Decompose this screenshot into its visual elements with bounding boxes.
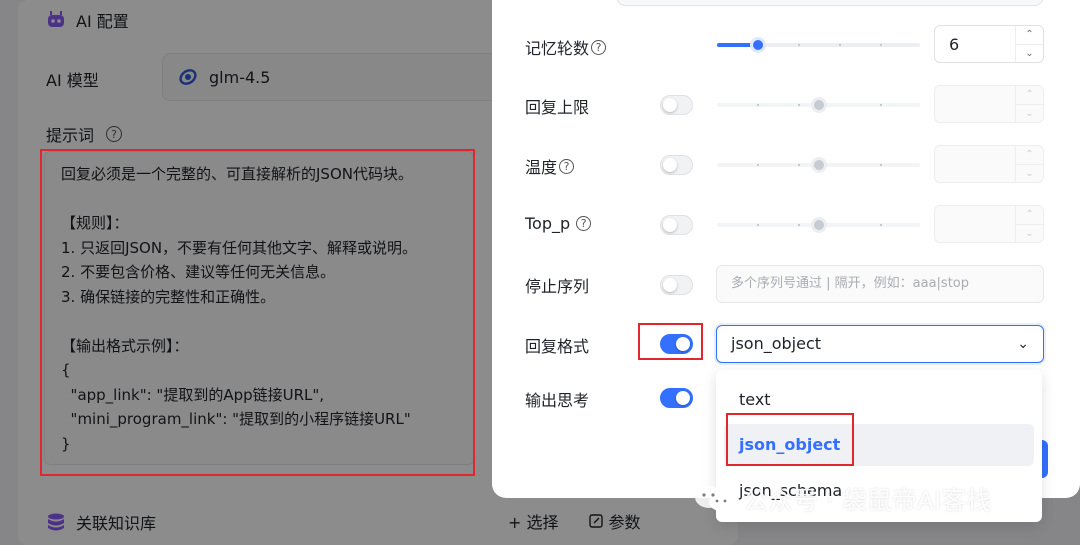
chevron-down-icon: ⌄ bbox=[1017, 336, 1029, 352]
temperature-slider bbox=[717, 155, 920, 175]
temperature-label-row: 温度 ? bbox=[525, 154, 575, 178]
slider-thumb bbox=[811, 217, 827, 233]
stepper-down-icon: ⌄ bbox=[1025, 107, 1034, 119]
help-icon[interactable]: ? bbox=[559, 158, 575, 174]
slider-dot bbox=[880, 44, 882, 46]
memory-rounds-stepper[interactable]: 6 ⌃ ⌄ bbox=[934, 25, 1044, 63]
slider-dot bbox=[880, 164, 882, 166]
reply-limit-label: 回复上限 bbox=[525, 98, 590, 117]
stepper-down-icon: ⌄ bbox=[1025, 167, 1034, 179]
stepper-arrows: ⌃ ⌄ bbox=[1015, 26, 1043, 62]
top-p-toggle[interactable] bbox=[660, 215, 693, 235]
stepper-up-icon: ⌃ bbox=[1016, 146, 1043, 165]
top-p-stepper: ⌃ ⌄ bbox=[934, 205, 1044, 243]
reply-limit-slider bbox=[717, 95, 920, 115]
slider-dot bbox=[798, 224, 800, 226]
watermark-text: 公众号 · 袋鼠帝AI客栈 bbox=[743, 486, 992, 515]
top-p-slider bbox=[717, 215, 920, 235]
reply-format-select[interactable]: json_object ⌄ bbox=[716, 325, 1044, 363]
stop-sequence-label: 停止序列 bbox=[525, 277, 590, 296]
stepper-down-icon[interactable]: ⌄ bbox=[1016, 45, 1043, 63]
stepper-up-icon[interactable]: ⌃ bbox=[1016, 26, 1043, 45]
memory-rounds-value: 6 bbox=[949, 35, 960, 54]
slider-dot bbox=[757, 224, 759, 226]
slider-dot bbox=[798, 44, 800, 46]
top-p-label: Top_p bbox=[525, 214, 571, 233]
slider-dot bbox=[798, 104, 800, 106]
reply-format-label: 回复格式 bbox=[525, 337, 590, 356]
temperature-toggle[interactable] bbox=[660, 155, 693, 175]
temperature-stepper: ⌃ ⌄ bbox=[934, 145, 1044, 183]
ai-settings-modal: 记忆轮数 ? 6 ⌃ ⌄ 回复上限 ⌃ ⌄ 温度 ? ⌃ ⌄ Top_p ? ⌃… bbox=[492, 0, 1080, 522]
top-p-label-row: Top_p ? bbox=[525, 214, 592, 233]
option-json-object[interactable]: json_object bbox=[724, 424, 1034, 466]
memory-rounds-slider[interactable] bbox=[717, 35, 920, 55]
slider-dot bbox=[798, 164, 800, 166]
slider-dot bbox=[757, 164, 759, 166]
option-text[interactable]: text bbox=[724, 379, 1034, 421]
stepper-down-icon: ⌄ bbox=[1025, 227, 1034, 239]
slider-dot bbox=[880, 104, 882, 106]
reply-format-selected: json_object bbox=[731, 334, 822, 353]
help-icon[interactable]: ? bbox=[576, 216, 592, 231]
top-input-field[interactable] bbox=[616, 0, 1044, 6]
slider-dot bbox=[839, 44, 841, 46]
memory-rounds-label: 记忆轮数 bbox=[525, 39, 590, 58]
stepper-arrows: ⌃ ⌄ bbox=[1015, 206, 1043, 242]
slider-thumb[interactable] bbox=[750, 37, 766, 53]
reply-limit-stepper: ⌃ ⌄ bbox=[934, 85, 1044, 123]
stepper-up-icon: ⌃ bbox=[1016, 206, 1043, 225]
stepper-arrows: ⌃ ⌄ bbox=[1015, 86, 1043, 122]
stepper-up-icon: ⌃ bbox=[1016, 86, 1043, 105]
watermark: 公众号 · 袋鼠帝AI客栈 bbox=[693, 481, 991, 517]
wechat-icon bbox=[695, 486, 733, 511]
slider-dot bbox=[880, 224, 882, 226]
temperature-label: 温度 bbox=[525, 158, 558, 177]
reply-limit-toggle[interactable] bbox=[660, 95, 693, 115]
slider-thumb bbox=[811, 157, 827, 173]
memory-rounds-label-row: 记忆轮数 ? bbox=[525, 35, 607, 59]
stop-sequence-input[interactable]: 多个序列号通过 | 隔开，例如：aaa|stop bbox=[716, 265, 1044, 303]
help-icon[interactable]: ? bbox=[591, 39, 607, 55]
stop-sequence-toggle[interactable] bbox=[660, 275, 693, 295]
slider-dot bbox=[757, 104, 759, 106]
stepper-arrows: ⌃ ⌄ bbox=[1015, 146, 1043, 182]
output-thinking-toggle[interactable] bbox=[660, 388, 693, 408]
slider-thumb bbox=[811, 97, 827, 113]
output-thinking-label: 输出思考 bbox=[525, 391, 590, 410]
reply-format-toggle[interactable] bbox=[660, 334, 693, 354]
